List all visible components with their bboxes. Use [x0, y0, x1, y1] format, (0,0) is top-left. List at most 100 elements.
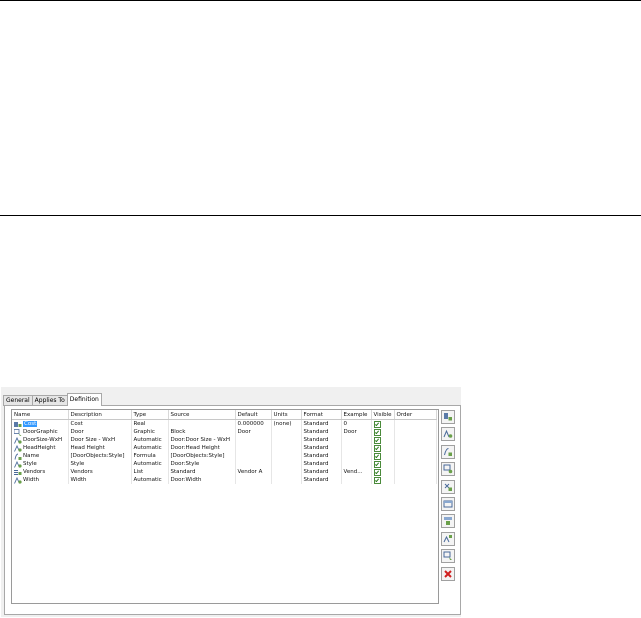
cell-order[interactable] — [394, 436, 437, 444]
cell-name[interactable]: DoorGraphic — [12, 428, 69, 436]
cell-name[interactable]: HeadHeight — [12, 444, 69, 452]
cell-description[interactable]: Width — [68, 476, 132, 484]
cell-format[interactable]: Standard — [301, 444, 342, 452]
cell-visible[interactable] — [371, 452, 395, 460]
cell-visible[interactable] — [371, 419, 395, 428]
cell-default[interactable] — [235, 476, 272, 484]
cell-source[interactable]: Door:Style — [168, 460, 236, 468]
cell-name[interactable]: Style — [12, 460, 69, 468]
add-classification-property-button[interactable] — [441, 496, 455, 511]
column-header-description[interactable]: Description — [68, 410, 132, 420]
cell-visible[interactable] — [371, 460, 395, 468]
add-material-property-button[interactable] — [441, 514, 455, 529]
cell-source[interactable]: Standard — [168, 468, 236, 476]
column-header-default[interactable]: Default — [235, 410, 272, 420]
visible-checkbox[interactable] — [373, 428, 381, 436]
cell-name[interactable]: Name — [12, 452, 69, 460]
cell-units[interactable] — [271, 460, 302, 468]
column-header-units[interactable]: Units — [271, 410, 302, 420]
table-row[interactable]: DoorGraphic Door Graphic Block Door Standard D… — [12, 428, 437, 436]
cell-description[interactable]: Cost — [68, 419, 132, 428]
cell-type[interactable]: Automatic — [131, 476, 169, 484]
cell-type[interactable]: Automatic — [131, 444, 169, 452]
add-automatic-property-button[interactable] — [441, 427, 455, 442]
cell-example[interactable] — [341, 460, 372, 468]
cell-type[interactable]: Graphic — [131, 428, 169, 436]
visible-checkbox[interactable] — [373, 460, 381, 468]
column-header-source[interactable]: Source — [168, 410, 236, 420]
table-row[interactable]: DoorSize-WxH Door Size - WxH Automatic Door… — [12, 436, 437, 444]
cell-type[interactable]: Automatic — [131, 436, 169, 444]
cell-units[interactable] — [271, 444, 302, 452]
table-row[interactable]: Style Style Automatic Door:Style Standard — [12, 460, 437, 468]
table-row[interactable]: Vendors Vendors List Standard Vendor A Standa… — [12, 468, 437, 476]
cell-description[interactable]: [DoorObjects:Style] — [68, 452, 132, 460]
add-project-property-button[interactable] — [441, 531, 455, 546]
cell-format[interactable]: Standard — [301, 476, 342, 484]
add-location-property-button[interactable] — [441, 479, 455, 494]
cell-description[interactable]: Style — [68, 460, 132, 468]
visible-checkbox[interactable] — [373, 452, 381, 460]
cell-units[interactable] — [271, 476, 302, 484]
cell-default[interactable] — [235, 460, 272, 468]
column-header-type[interactable]: Type — [131, 410, 169, 420]
cell-name[interactable]: Cost — [12, 419, 69, 428]
visible-checkbox[interactable] — [373, 468, 381, 476]
cell-units[interactable]: (none) — [271, 419, 302, 428]
cell-default[interactable] — [235, 452, 272, 460]
cell-type[interactable]: Formula — [131, 452, 169, 460]
add-manual-property-button[interactable] — [441, 410, 455, 424]
cell-name[interactable]: DoorSize-WxH — [12, 436, 69, 444]
cell-default[interactable]: Door — [235, 428, 272, 436]
add-anchor-property-button[interactable] — [441, 462, 455, 477]
cell-units[interactable] — [271, 428, 302, 436]
cell-units[interactable] — [271, 436, 302, 444]
cell-type[interactable]: Real — [131, 419, 169, 428]
column-header-format[interactable]: Format — [301, 410, 342, 420]
cell-source[interactable]: Door:Door Size - WxH — [168, 436, 236, 444]
visible-checkbox[interactable] — [373, 444, 381, 452]
cell-default[interactable] — [235, 444, 272, 452]
cell-name[interactable]: Width — [12, 476, 69, 484]
cell-description[interactable]: Door Size - WxH — [68, 436, 132, 444]
cell-format[interactable]: Standard — [301, 460, 342, 468]
cell-type[interactable]: Automatic — [131, 460, 169, 468]
table-row[interactable]: HeadHeight Head Height Automatic Door:Head … — [12, 444, 437, 452]
cell-visible[interactable] — [371, 444, 395, 452]
cell-visible[interactable] — [371, 428, 395, 436]
cell-example[interactable]: 0 — [341, 419, 372, 428]
cell-type[interactable]: List — [131, 468, 169, 476]
cell-source[interactable]: [DoorObjects:Style] — [168, 452, 236, 460]
delete-property-button[interactable] — [441, 566, 455, 581]
column-header-example[interactable]: Example — [341, 410, 372, 420]
cell-default[interactable]: 0.000000 — [235, 419, 272, 428]
cell-source[interactable]: Door:Width — [168, 476, 236, 484]
column-header-visible[interactable]: Visible — [371, 410, 395, 420]
add-graphic-property-button[interactable] — [441, 549, 455, 564]
add-formula-property-button[interactable] — [441, 444, 455, 459]
cell-example[interactable]: Vend... — [341, 468, 372, 476]
cell-format[interactable]: Standard — [301, 468, 342, 476]
cell-order[interactable] — [394, 428, 437, 436]
column-header-order[interactable]: Order — [394, 410, 437, 420]
cell-example[interactable] — [341, 436, 372, 444]
cell-example[interactable] — [341, 444, 372, 452]
cell-format[interactable]: Standard — [301, 436, 342, 444]
cell-format[interactable]: Standard — [301, 419, 342, 428]
cell-order[interactable] — [394, 468, 437, 476]
cell-description[interactable]: Door — [68, 428, 132, 436]
table-row[interactable]: Name [DoorObjects:Style] Formula [DoorObjec… — [12, 452, 437, 460]
cell-order[interactable] — [394, 444, 437, 452]
cell-source[interactable]: Door:Head Height — [168, 444, 236, 452]
cell-visible[interactable] — [371, 436, 395, 444]
column-header-name[interactable]: Name — [12, 410, 69, 420]
cell-example[interactable] — [341, 476, 372, 484]
cell-format[interactable]: Standard — [301, 428, 342, 436]
cell-units[interactable] — [271, 452, 302, 460]
cell-default[interactable] — [235, 436, 272, 444]
cell-format[interactable]: Standard — [301, 452, 342, 460]
cell-order[interactable] — [394, 419, 437, 428]
cell-name[interactable]: Vendors — [12, 468, 69, 476]
cell-units[interactable] — [271, 468, 302, 476]
cell-source[interactable] — [168, 419, 236, 428]
